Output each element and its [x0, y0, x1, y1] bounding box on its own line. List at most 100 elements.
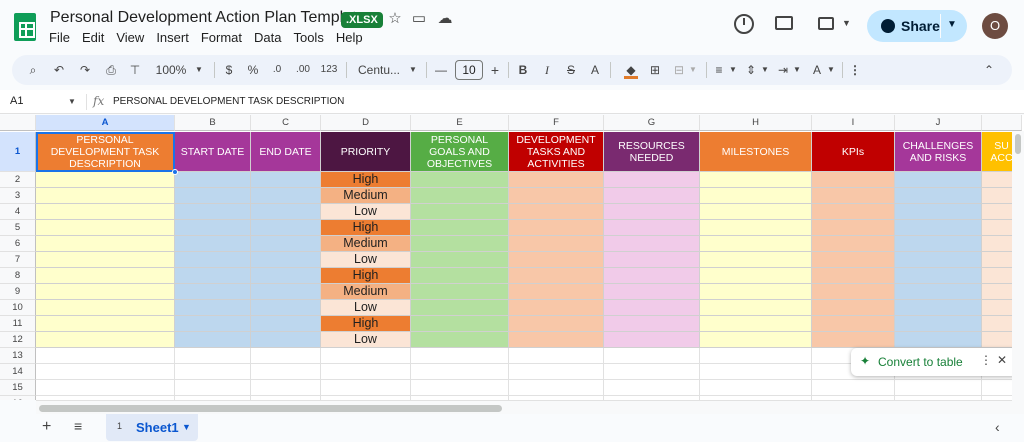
table-cell[interactable] [175, 300, 251, 316]
table-cell[interactable] [895, 204, 982, 220]
select-all-corner[interactable] [0, 115, 36, 131]
table-cell[interactable] [509, 188, 604, 204]
currency-format-button[interactable]: $ [222, 62, 236, 78]
table-cell[interactable] [251, 300, 321, 316]
table-cell[interactable] [812, 236, 895, 252]
table-cell[interactable] [175, 172, 251, 188]
horizontal-scrollbar[interactable]: ◀ ▶ [36, 400, 1024, 414]
table-cell[interactable] [251, 220, 321, 236]
row-header[interactable]: 6 [0, 236, 36, 252]
table-cell[interactable] [895, 300, 982, 316]
name-box-chevron-down-icon[interactable]: ▼ [68, 97, 76, 106]
table-cell[interactable] [509, 236, 604, 252]
row-header[interactable]: 2 [0, 172, 36, 188]
header-cell[interactable]: PRIORITY [321, 132, 411, 172]
column-header[interactable]: E [411, 115, 509, 131]
table-cell[interactable] [36, 252, 175, 268]
row-header[interactable]: 14 [0, 364, 36, 380]
header-cell[interactable]: PERSONAL DEVELOPMENT TASK DESCRIPTION [36, 132, 175, 172]
menu-insert[interactable]: Insert [156, 30, 189, 45]
table-cell[interactable] [700, 188, 812, 204]
table-cell[interactable] [700, 204, 812, 220]
table-cell[interactable] [812, 268, 895, 284]
menu-tools[interactable]: Tools [293, 30, 323, 45]
decrease-decimal-button[interactable]: .0 [268, 62, 286, 78]
table-cell[interactable] [812, 172, 895, 188]
redo-icon[interactable]: ↷ [78, 62, 92, 78]
column-header[interactable]: F [509, 115, 604, 131]
priority-cell[interactable]: Low [321, 252, 411, 268]
avatar[interactable]: O [982, 13, 1008, 39]
fill-handle[interactable] [172, 169, 178, 175]
font-select[interactable]: Centu... [354, 62, 404, 78]
more-vert-icon[interactable]: ⋮ [980, 353, 992, 367]
table-cell[interactable] [509, 316, 604, 332]
cloud-status-icon[interactable]: ☁ [436, 10, 454, 28]
table-cell[interactable] [700, 172, 812, 188]
table-cell[interactable] [509, 284, 604, 300]
table-cell[interactable] [36, 172, 175, 188]
menu-format[interactable]: Format [201, 30, 242, 45]
zoom-select[interactable]: 100% [154, 62, 188, 78]
row-header[interactable]: 11 [0, 316, 36, 332]
table-cell[interactable] [604, 252, 700, 268]
row-header[interactable]: 3 [0, 188, 36, 204]
table-cell[interactable] [509, 252, 604, 268]
row-header[interactable]: 4 [0, 204, 36, 220]
table-cell[interactable] [175, 204, 251, 220]
share-button[interactable]: Share ▼ [867, 10, 967, 42]
table-cell[interactable] [509, 204, 604, 220]
priority-cell[interactable]: Low [321, 332, 411, 348]
table-cell[interactable] [604, 268, 700, 284]
halign-chevron-down-icon[interactable]: ▼ [728, 62, 738, 78]
table-cell[interactable] [895, 332, 982, 348]
bold-button[interactable]: B [516, 62, 530, 78]
zoom-chevron-down-icon[interactable]: ▼ [194, 62, 204, 78]
table-cell[interactable] [700, 220, 812, 236]
table-cell[interactable] [251, 284, 321, 300]
table-cell[interactable] [895, 236, 982, 252]
all-sheets-icon[interactable]: ≡ [74, 418, 82, 434]
priority-cell[interactable]: Medium [321, 236, 411, 252]
table-cell[interactable] [411, 236, 509, 252]
table-cell[interactable] [411, 252, 509, 268]
table-cell[interactable] [700, 332, 812, 348]
convert-to-table-chip[interactable]: ✦ Convert to table ⋮ ✕ [851, 348, 1017, 376]
strikethrough-button[interactable]: S [564, 62, 578, 78]
table-cell[interactable] [175, 188, 251, 204]
menu-data[interactable]: Data [254, 30, 281, 45]
table-cell[interactable] [604, 220, 700, 236]
table-cell[interactable] [700, 236, 812, 252]
table-cell[interactable] [251, 204, 321, 220]
vertical-align-icon[interactable]: ⇕ [744, 62, 758, 78]
table-cell[interactable] [812, 204, 895, 220]
sheets-logo-icon[interactable] [14, 13, 36, 41]
table-cell[interactable] [36, 316, 175, 332]
row-header[interactable]: 16 [0, 396, 36, 400]
close-icon[interactable]: ✕ [997, 353, 1007, 367]
collapse-toolbar-icon[interactable]: ⌃ [982, 62, 996, 78]
font-chevron-down-icon[interactable]: ▼ [408, 62, 418, 78]
horizontal-align-icon[interactable]: ≡ [712, 62, 726, 78]
table-cell[interactable] [411, 300, 509, 316]
table-cell[interactable] [604, 316, 700, 332]
table-cell[interactable] [604, 172, 700, 188]
paint-format-icon[interactable]: ⊤ [128, 62, 142, 78]
table-cell[interactable] [411, 316, 509, 332]
column-header[interactable]: C [251, 115, 321, 131]
header-cell[interactable]: START DATE [175, 132, 251, 172]
table-cell[interactable] [36, 220, 175, 236]
table-cell[interactable] [36, 236, 175, 252]
table-cell[interactable] [812, 220, 895, 236]
table-cell[interactable] [604, 300, 700, 316]
row-header[interactable]: 1 [0, 132, 36, 172]
share-chevron-down-icon[interactable]: ▼ [947, 19, 957, 30]
column-header[interactable]: I [812, 115, 895, 131]
priority-cell[interactable]: Low [321, 204, 411, 220]
table-cell[interactable] [411, 220, 509, 236]
table-cell[interactable] [604, 204, 700, 220]
version-history-icon[interactable] [734, 14, 754, 34]
menu-edit[interactable]: Edit [82, 30, 104, 45]
increase-font-size-icon[interactable]: + [488, 62, 502, 78]
vertical-scrollbar[interactable] [1012, 131, 1024, 401]
